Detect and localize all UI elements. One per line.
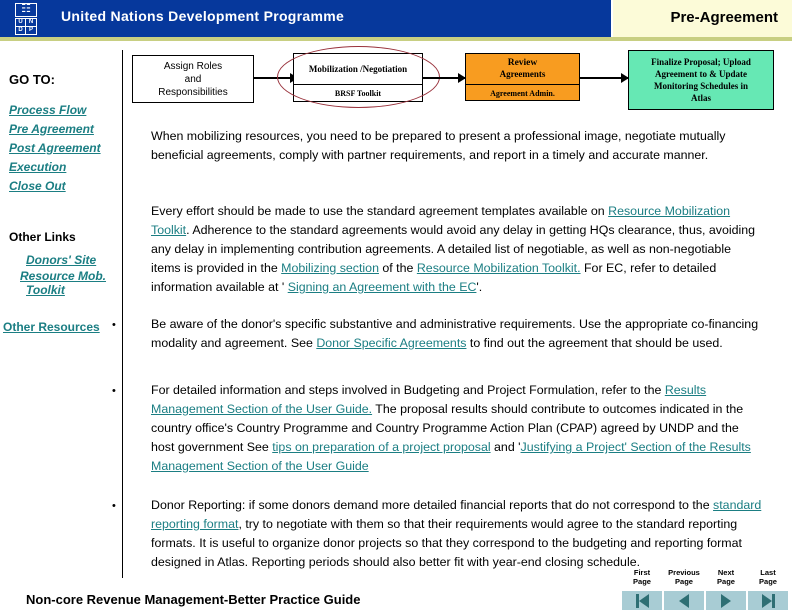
undp-letters: U N D P — [15, 18, 37, 35]
sidebar-item-other-resources[interactable]: Other Resources — [3, 320, 100, 334]
effort-text-1: Every effort should be made to use the s… — [151, 204, 609, 218]
link-tips-project-proposal[interactable]: tips on preparation of a project proposa… — [272, 440, 490, 454]
next-page-label: Next Page — [706, 568, 746, 586]
logo-letter-u: U — [16, 19, 26, 27]
bullet-item-budgeting-formulation: • For detailed information and steps inv… — [112, 381, 762, 476]
bullet-1-text: Be aware of the donor's specific substan… — [151, 315, 762, 353]
first-page-label-line1: First — [633, 568, 651, 577]
first-page-label: First Page — [622, 568, 662, 586]
flow-box-finalize-line2: Agreement to & Update — [654, 69, 748, 79]
bullet-3-text-2: , try to negotiate with them so that the… — [151, 517, 742, 569]
globe-glyph: ☷ — [21, 3, 31, 15]
logo-letter-n: N — [26, 19, 36, 27]
effort-paragraph: Every effort should be made to use the s… — [151, 202, 763, 297]
flow-box-assign-roles[interactable]: Assign Roles and Responsibilities — [132, 55, 254, 103]
flow-box-assign-line3: Responsibilities — [158, 86, 228, 98]
flow-box-finalize-proposal[interactable]: Finalize Proposal; Upload Agreement to &… — [628, 50, 774, 110]
flow-box-mobilization-title: Mobilization / Negotiation — [294, 54, 422, 85]
previous-page-icon — [679, 593, 689, 608]
link-signing-agreement-ec[interactable]: Signing an Agreement with the EC — [288, 280, 477, 294]
flow-box-mobilization[interactable]: Mobilization / Negotiation BRSF Toolkit — [293, 53, 423, 102]
sidebar-item-post-agreement[interactable]: Post Agreement — [9, 141, 101, 155]
process-flowchart: Assign Roles and Responsibilities Mobili… — [122, 45, 792, 125]
un-globe-icon: ☷ — [15, 3, 37, 17]
last-page-icon — [761, 593, 772, 608]
flow-box-mobilization-toolkit: BRSF Toolkit — [334, 89, 382, 98]
bullet-2-text-1: For detailed information and steps invol… — [151, 383, 665, 397]
flow-box-finalize-line1: Finalize Proposal; Upload — [651, 57, 751, 67]
page-title: Pre-Agreement — [670, 9, 778, 26]
header-divider — [0, 37, 792, 41]
flow-box-assign-line2: and — [184, 73, 202, 85]
intro-paragraph: When mobilizing resources, you need to b… — [151, 129, 726, 162]
bullet-1-text-2: to find out the agreement that should be… — [466, 336, 723, 350]
flow-box-finalize-line3: Monitoring Schedules in — [653, 81, 748, 91]
flow-box-review-line1: Review — [507, 58, 538, 68]
undp-logo: ☷ U N D P — [11, 3, 41, 35]
link-mobilizing-section[interactable]: Mobilizing section — [281, 261, 379, 275]
effort-text-3: of the — [378, 261, 417, 275]
first-page-button[interactable] — [622, 591, 662, 610]
last-page-label-line2: Page — [759, 577, 777, 586]
flow-box-review-admin: Agreement Admin. — [490, 88, 555, 98]
sidebar-item-resource-mob[interactable]: Resource Mob. — [20, 269, 106, 283]
last-page-bar-icon — [771, 593, 775, 608]
bullet-3-text-1: Donor Reporting: if some donors demand m… — [151, 498, 714, 512]
sidebar-item-execution[interactable]: Execution — [9, 160, 66, 174]
other-links-heading: Other Links — [9, 230, 76, 244]
previous-page-label: Previous Page — [664, 568, 704, 586]
flow-box-review-line2: Agreements — [499, 69, 546, 79]
sidebar-item-toolkit[interactable]: Toolkit — [26, 283, 65, 297]
logo-letter-p: P — [28, 27, 33, 33]
organization-name: United Nations Development Programme — [61, 8, 345, 24]
bullet-2-text: For detailed information and steps invol… — [151, 381, 762, 476]
last-page-button[interactable] — [748, 591, 788, 610]
sidebar-item-close-out[interactable]: Close Out — [9, 179, 66, 193]
next-page-label-line2: Page — [717, 577, 735, 586]
link-donor-specific-agreements[interactable]: Donor Specific Agreements — [316, 336, 466, 350]
bullet-2-text-3: and ' — [490, 440, 521, 454]
bullet-3-text: Donor Reporting: if some donors demand m… — [151, 496, 762, 572]
bullet-item-donor-reporting: • Donor Reporting: if some donors demand… — [112, 496, 762, 572]
previous-page-label-line2: Page — [675, 577, 693, 586]
bullet-marker-icon: • — [112, 319, 116, 331]
sidebar: GO TO: Process Flow Pre Agreement Post A… — [0, 45, 120, 575]
logo-letter-d: D — [16, 27, 26, 34]
last-page-label: Last Page — [748, 568, 788, 586]
first-page-label-line2: Page — [633, 577, 651, 586]
sidebar-item-pre-agreement[interactable]: Pre Agreement — [9, 122, 94, 136]
last-page-label-line1: Last — [760, 568, 776, 577]
sidebar-item-donors-site[interactable]: Donors' Site — [26, 253, 96, 267]
flow-box-assign-line1: Assign Roles — [163, 60, 223, 72]
effort-text-5: '. — [476, 280, 483, 294]
flow-box-review-agreements[interactable]: Review Agreements Agreement Admin. — [465, 53, 580, 101]
bullet-item-donor-requirements: • Be aware of the donor's specific subst… — [112, 315, 762, 353]
goto-label: GO TO: — [9, 72, 55, 87]
bullet-marker-icon: • — [112, 385, 116, 397]
page-title-panel: Pre-Agreement — [611, 0, 792, 37]
first-page-icon — [638, 593, 649, 608]
bullet-marker-icon: • — [112, 500, 116, 512]
document-footer-title: Non-core Revenue Management-Better Pract… — [26, 592, 361, 607]
next-page-button[interactable] — [706, 591, 746, 610]
previous-page-label-line1: Previous — [668, 568, 700, 577]
next-page-label-line1: Next — [717, 568, 735, 577]
flow-box-review-title: Review Agreements — [466, 54, 579, 85]
sidebar-item-process-flow[interactable]: Process Flow — [9, 103, 86, 117]
flow-box-finalize-line4: Atlas — [691, 93, 711, 103]
link-resource-mobilization-toolkit-2[interactable]: Resource Mobilization Toolkit. — [417, 261, 581, 275]
page-navigation: First Page Previous Page Next Page Last … — [622, 568, 792, 612]
flow-box-mobilization-line1: Mobilization / — [308, 63, 363, 74]
next-page-icon — [721, 593, 731, 608]
previous-page-button[interactable] — [664, 591, 704, 610]
flow-box-mobilization-line2: Negotiation — [362, 63, 408, 74]
